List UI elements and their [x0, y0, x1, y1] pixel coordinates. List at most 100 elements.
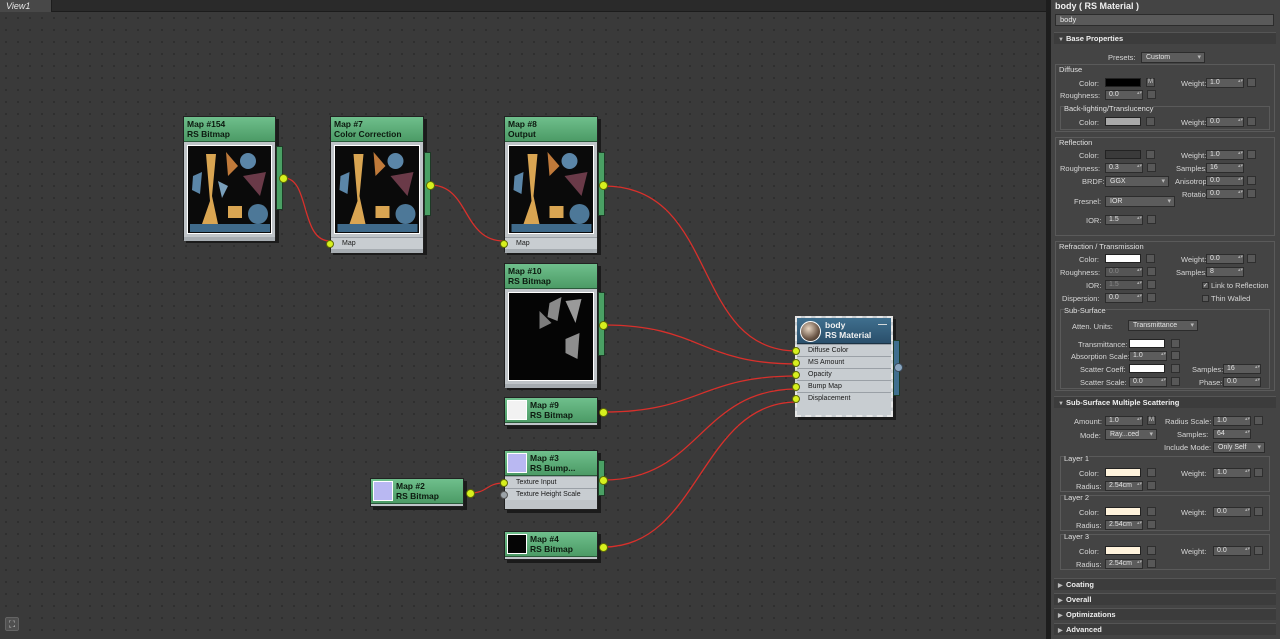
backlight-color-swatch[interactable]: [1105, 117, 1141, 126]
reflection-roughness-spinner[interactable]: 0.3: [1105, 163, 1143, 173]
layer-1-radius-map-button[interactable]: [1147, 481, 1156, 490]
thin-walled-checkbox[interactable]: [1202, 295, 1209, 302]
layer-3-weight-map-button[interactable]: [1254, 546, 1263, 555]
transmittance-map-button[interactable]: [1171, 339, 1180, 348]
layer-1-color-swatch[interactable]: [1105, 468, 1141, 477]
dispersion-map-button[interactable]: [1147, 293, 1156, 302]
reflection-weight-spinner[interactable]: 1.0: [1206, 150, 1244, 160]
slot-diffuse-color[interactable]: Diffuse Color: [792, 344, 891, 356]
refraction-color-map-button[interactable]: [1146, 254, 1155, 263]
layer-3-weight-spinner[interactable]: 0.0: [1213, 546, 1251, 556]
radius-scale-map-button[interactable]: [1254, 416, 1263, 425]
sss-ms-samples-spinner[interactable]: 64: [1213, 429, 1251, 439]
minimize-icon[interactable]: —: [878, 319, 887, 329]
reflection-ior-map-button[interactable]: [1147, 215, 1156, 224]
refraction-color-swatch[interactable]: [1105, 254, 1141, 263]
node-view-canvas[interactable]: View1 Map #154 RS Bitmap Map #7 Color Co…: [0, 0, 1048, 639]
node-map7[interactable]: Map #7 Color Correction Map: [326, 116, 424, 253]
output-socket[interactable]: [279, 174, 288, 183]
layer-3-radius-map-button[interactable]: [1147, 559, 1156, 568]
anisotropy-map-button[interactable]: [1247, 176, 1256, 185]
input-socket[interactable]: [792, 371, 800, 379]
input-socket[interactable]: [500, 479, 508, 487]
pan-icon[interactable]: ⛶: [5, 617, 19, 631]
sss-amount-map-button[interactable]: M: [1147, 416, 1156, 425]
backlight-color-map-button[interactable]: [1146, 117, 1155, 126]
refraction-weight-spinner[interactable]: 0.0: [1206, 254, 1244, 264]
layer-1-weight-spinner[interactable]: 1.0: [1213, 468, 1251, 478]
layer-3-color-map-button[interactable]: [1147, 546, 1156, 555]
sss-samples-spinner[interactable]: 16: [1223, 364, 1261, 374]
transmittance-swatch[interactable]: [1129, 339, 1165, 348]
node-map154[interactable]: Map #154 RS Bitmap: [183, 116, 276, 241]
sss-amount-spinner[interactable]: 1.0: [1105, 416, 1143, 426]
layer-2-color-swatch[interactable]: [1105, 507, 1141, 516]
fresnel-dropdown[interactable]: IOR: [1105, 196, 1175, 207]
output-socket[interactable]: [599, 181, 608, 190]
node-map10[interactable]: Map #10 RS Bitmap: [504, 263, 598, 388]
layer-2-radius-spinner[interactable]: 2.54cm: [1105, 520, 1143, 530]
output-socket[interactable]: [599, 476, 608, 485]
reflection-ior-spinner[interactable]: 1.5: [1105, 215, 1143, 225]
input-socket[interactable]: [792, 383, 800, 391]
node-map8[interactable]: Map #8 Output Map: [500, 116, 598, 253]
slot-ms-amount[interactable]: MS Amount: [792, 356, 891, 368]
input-socket[interactable]: [326, 240, 334, 248]
slot-bump-map[interactable]: Bump Map: [792, 380, 891, 392]
rollout-coating[interactable]: ▶ Coating: [1054, 578, 1276, 590]
tab-view1[interactable]: View1: [0, 0, 52, 12]
rollout-overall[interactable]: ▶ Overall: [1054, 593, 1276, 605]
refraction-roughness-spinner[interactable]: 0.0: [1105, 267, 1143, 277]
reflection-color-map-button[interactable]: [1146, 150, 1155, 159]
scatter-scale-spinner[interactable]: 0.0: [1129, 377, 1167, 387]
backlight-weight-map-button[interactable]: [1247, 117, 1256, 126]
reflection-samples-spinner[interactable]: 16: [1206, 163, 1244, 173]
rollout-sss-multiple-scattering[interactable]: ▼ Sub-Surface Multiple Scattering: [1054, 396, 1276, 408]
slot-opacity[interactable]: Opacity: [792, 368, 891, 380]
diffuse-color-swatch[interactable]: [1105, 78, 1141, 87]
phase-spinner[interactable]: 0.0: [1223, 377, 1261, 387]
layer-2-weight-map-button[interactable]: [1254, 507, 1263, 516]
brdf-dropdown[interactable]: GGX: [1105, 176, 1169, 187]
layer-3-radius-spinner[interactable]: 2.54cm: [1105, 559, 1143, 569]
input-socket[interactable]: [792, 395, 800, 403]
output-socket[interactable]: [599, 321, 608, 330]
layer-1-radius-spinner[interactable]: 2.54cm: [1105, 481, 1143, 491]
node-map3[interactable]: Map #3 RS Bump... Texture Input Texture H…: [500, 450, 598, 510]
input-slot-texture-height-scale[interactable]: Texture Height Scale: [500, 488, 597, 500]
scatter-coeff-swatch[interactable]: [1129, 364, 1165, 373]
diffuse-weight-spinner[interactable]: 1.0: [1206, 78, 1244, 88]
rollout-base-properties[interactable]: ▼ Base Properties: [1054, 32, 1276, 44]
input-socket[interactable]: [792, 359, 800, 367]
layer-3-color-swatch[interactable]: [1105, 546, 1141, 555]
radius-scale-spinner[interactable]: 1.0: [1213, 416, 1251, 426]
input-slot-texture-input[interactable]: Texture Input: [500, 476, 597, 488]
rollout-advanced[interactable]: ▶ Advanced: [1054, 623, 1276, 635]
node-map2[interactable]: Map #2 RS Bitmap: [370, 478, 464, 507]
diffuse-weight-map-button[interactable]: [1247, 78, 1256, 87]
scatter-coeff-map-button[interactable]: [1171, 364, 1180, 373]
layer-2-color-map-button[interactable]: [1147, 507, 1156, 516]
node-map9[interactable]: Map #9 RS Bitmap: [504, 397, 598, 426]
presets-dropdown[interactable]: Custom: [1141, 52, 1205, 63]
input-slot-map[interactable]: Map: [500, 237, 597, 249]
diffuse-map-button[interactable]: M: [1146, 78, 1155, 87]
absorption-scale-spinner[interactable]: 1.0: [1129, 351, 1167, 361]
scatter-scale-map-button[interactable]: [1171, 377, 1180, 386]
refraction-samples-spinner[interactable]: 8: [1206, 267, 1244, 277]
material-name-field[interactable]: body: [1055, 14, 1274, 26]
diffuse-roughness-map-button[interactable]: [1147, 90, 1156, 99]
layer-2-weight-spinner[interactable]: 0.0: [1213, 507, 1251, 517]
input-socket[interactable]: [792, 347, 800, 355]
atten-units-dropdown[interactable]: Transmittance: [1128, 320, 1198, 331]
link-to-reflection-checkbox[interactable]: ✓: [1202, 282, 1209, 289]
reflection-weight-map-button[interactable]: [1247, 150, 1256, 159]
output-socket[interactable]: [599, 408, 608, 417]
input-socket[interactable]: [500, 240, 508, 248]
layer-1-color-map-button[interactable]: [1147, 468, 1156, 477]
output-socket[interactable]: [466, 489, 475, 498]
layer-1-weight-map-button[interactable]: [1254, 468, 1263, 477]
refraction-roughness-map-button[interactable]: [1147, 267, 1156, 276]
output-socket[interactable]: [599, 543, 608, 552]
refraction-weight-map-button[interactable]: [1247, 254, 1256, 263]
